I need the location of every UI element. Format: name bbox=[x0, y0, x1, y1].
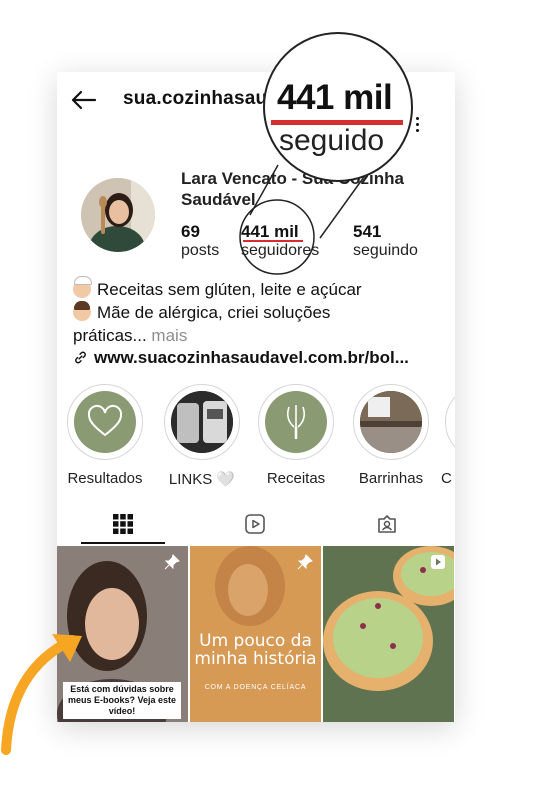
woman-emoji-icon bbox=[73, 301, 91, 321]
orange-pointer-arrow bbox=[1, 634, 82, 755]
bio-line-3: práticas... mais bbox=[73, 326, 188, 345]
followers-highlight-underline bbox=[243, 240, 303, 242]
tagged-icon bbox=[378, 515, 396, 533]
highlight-resultados[interactable]: Resultados bbox=[63, 384, 147, 487]
bio-more-link[interactable]: mais bbox=[147, 326, 187, 345]
zoom-magnifier: 441 mil seguido bbox=[263, 32, 413, 182]
more-options-icon[interactable] bbox=[413, 114, 421, 136]
post-subtitle: COM A DOENÇA CELÍACA bbox=[204, 684, 307, 691]
followers-label: seguidores bbox=[241, 242, 320, 259]
highlight-links[interactable]: LINKS 🤍 bbox=[160, 384, 244, 488]
grid-icon bbox=[113, 514, 133, 534]
posts-grid: Está com dúvidas sobre meus E-books? Vej… bbox=[57, 546, 455, 722]
following-count: 541 bbox=[353, 222, 382, 241]
link-icon bbox=[75, 351, 86, 364]
chef-emoji-icon bbox=[73, 276, 92, 298]
post-tile-minha-historia[interactable]: Um pouco da minha história COM A DOENÇA … bbox=[190, 546, 321, 722]
zoom-followers-count: 441 mil bbox=[277, 78, 393, 117]
tab-reels[interactable] bbox=[189, 504, 321, 544]
posts-label: posts bbox=[181, 242, 220, 259]
post-tile-avocado-toast[interactable] bbox=[323, 546, 454, 722]
profile-tabs bbox=[57, 504, 455, 544]
highlight-partial[interactable]: C bbox=[441, 384, 455, 487]
heart-icon bbox=[87, 404, 123, 437]
tab-posts-grid[interactable] bbox=[57, 504, 189, 544]
bio-line-1: Receitas sem glúten, leite e açúcar bbox=[73, 276, 362, 301]
bio-line-2: Mãe de alérgica, criei soluções bbox=[73, 301, 330, 324]
posts-count: 69 bbox=[181, 222, 200, 241]
kitchen-photo-icon bbox=[360, 391, 422, 453]
followers-count: 441 mil bbox=[241, 222, 299, 241]
highlight-receitas[interactable]: Receitas bbox=[254, 384, 338, 487]
active-tab-indicator bbox=[81, 542, 165, 544]
profile-link[interactable]: www.suacozinhasaudavel.com.br/bol... bbox=[73, 348, 409, 368]
pin-icon bbox=[164, 554, 180, 570]
following-label: seguindo bbox=[353, 242, 418, 259]
post-title: Um pouco da minha história bbox=[194, 631, 317, 669]
zoom-followers-label: seguido bbox=[279, 124, 385, 157]
reels-icon bbox=[245, 514, 265, 534]
tab-tagged[interactable] bbox=[321, 504, 453, 544]
profile-avatar[interactable] bbox=[81, 178, 155, 252]
pin-icon bbox=[297, 554, 313, 570]
avocado-toast-photo bbox=[323, 546, 454, 722]
back-arrow-icon[interactable] bbox=[71, 90, 97, 110]
whisk-icon bbox=[287, 405, 305, 439]
reels-indicator-icon bbox=[431, 555, 445, 569]
posts-stat[interactable]: 69 posts bbox=[181, 222, 219, 260]
instagram-profile-screen: sua.cozinhasaudavel Lara Vencato - Sua C… bbox=[57, 72, 455, 722]
air-fryer-photo-icon bbox=[171, 391, 233, 453]
highlight-barrinhas[interactable]: Barrinhas bbox=[349, 384, 433, 487]
following-stat[interactable]: 541 seguindo bbox=[353, 222, 418, 260]
